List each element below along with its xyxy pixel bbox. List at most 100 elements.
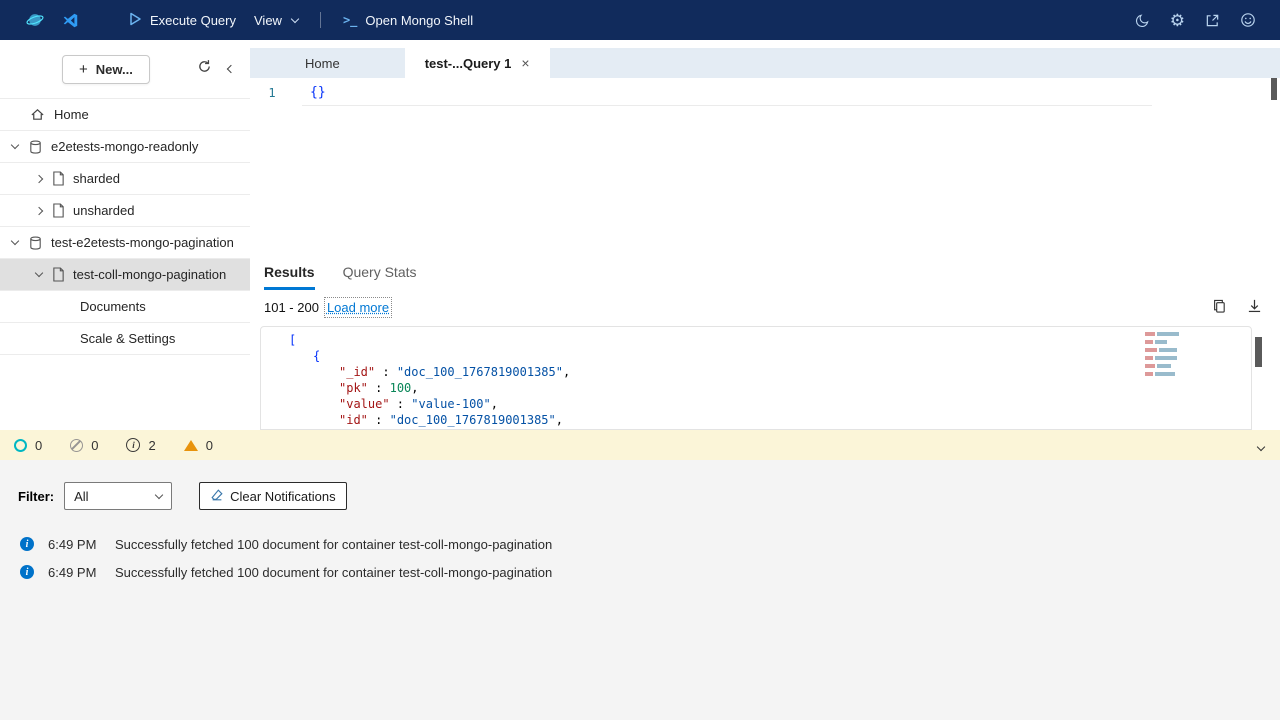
clear-notifications-button[interactable]: Clear Notifications: [199, 482, 347, 510]
collection-icon: [52, 203, 65, 218]
new-button-label: New...: [96, 62, 133, 77]
refresh-icon[interactable]: [197, 59, 212, 79]
line-number: 1: [250, 86, 294, 100]
tree-item-label: Documents: [80, 299, 146, 314]
results-json-viewer[interactable]: [ { "_id" : "doc_100_1767819001385", "pk…: [260, 326, 1252, 430]
tree-item-documents[interactable]: Documents: [0, 291, 250, 323]
tab-query-active[interactable]: test-...Query 1 ×: [405, 48, 550, 78]
settings-gear-icon[interactable]: ⚙: [1170, 12, 1185, 29]
current-line-border: [302, 105, 1152, 106]
results-tab-bar: Results Query Stats: [250, 255, 1280, 290]
tab-label: Home: [305, 56, 340, 71]
filter-select-value: All: [74, 489, 88, 504]
chevron-down-icon[interactable]: [34, 273, 44, 276]
tree-item-label: Home: [54, 107, 89, 122]
collapse-sidebar-icon[interactable]: [227, 65, 235, 73]
chevron-down-icon[interactable]: [10, 145, 20, 148]
database-icon: [28, 139, 43, 155]
tree-item-collection-selected[interactable]: test-coll-mongo-pagination: [0, 259, 250, 291]
tree-item-collection[interactable]: sharded: [0, 163, 250, 195]
loading-icon: [14, 439, 27, 452]
copy-icon[interactable]: [1212, 298, 1227, 317]
toolbar-divider: [320, 12, 321, 28]
feedback-smiley-icon[interactable]: [1240, 12, 1256, 28]
tree-item-scale-settings[interactable]: Scale & Settings: [0, 323, 250, 355]
tree-item-label: unsharded: [73, 203, 134, 218]
filter-label: Filter:: [18, 489, 54, 504]
theme-toggle-icon[interactable]: [1135, 13, 1150, 28]
main-content: Home test-...Query 1 × 1 {} Results Quer…: [250, 40, 1280, 430]
json-line: "pk" : 100,: [261, 380, 1251, 396]
execute-query-button[interactable]: Execute Query: [129, 12, 236, 29]
tree-item-database[interactable]: test-e2etests-mongo-pagination: [0, 227, 250, 259]
filter-select[interactable]: All: [64, 482, 172, 510]
tab-home[interactable]: Home: [285, 48, 360, 78]
chevron-right-icon[interactable]: [34, 176, 44, 182]
cosmosdb-logo-icon[interactable]: [26, 11, 44, 29]
tree-item-database[interactable]: e2etests-mongo-readonly: [0, 131, 250, 163]
open-mongo-shell-button[interactable]: >_ Open Mongo Shell: [343, 13, 473, 28]
new-button[interactable]: + New...: [62, 55, 150, 84]
results-scrollbar-thumb[interactable]: [1255, 337, 1262, 367]
notification-message: Successfully fetched 100 document for co…: [115, 537, 552, 552]
tab-bar: Home test-...Query 1 ×: [250, 48, 1280, 78]
shell-icon: >_: [343, 13, 357, 27]
chevron-right-icon[interactable]: [34, 208, 44, 214]
json-bracket: {: [313, 349, 320, 363]
app-window: Execute Query View >_ Open Mongo Shell ⚙: [0, 0, 1280, 720]
chevron-down-icon[interactable]: [10, 241, 20, 244]
json-line: "value" : "value-100",: [261, 396, 1251, 412]
query-editor[interactable]: 1 {}: [250, 78, 1280, 255]
view-menu-button[interactable]: View: [254, 13, 298, 28]
open-mongo-shell-label: Open Mongo Shell: [365, 13, 473, 28]
error-count: 0: [70, 438, 98, 453]
json-line: "_id" : "doc_100_1767819001385",: [261, 364, 1251, 380]
open-in-new-window-icon[interactable]: [1205, 13, 1220, 28]
download-icon[interactable]: [1247, 298, 1262, 317]
info-icon: i: [20, 537, 34, 551]
minimap[interactable]: [1145, 332, 1185, 376]
tab-label: test-...Query 1: [425, 56, 512, 71]
tree-item-label: test-e2etests-mongo-pagination: [51, 235, 234, 250]
tree-item-label: sharded: [73, 171, 120, 186]
plus-icon: +: [79, 61, 88, 78]
notification-row: i 6:49 PM Successfully fetched 100 docum…: [0, 530, 1280, 558]
tab-results[interactable]: Results: [264, 264, 315, 290]
collection-icon: [52, 267, 65, 282]
result-range-label: 101 - 200: [264, 300, 319, 315]
tree-item-label: test-coll-mongo-pagination: [73, 267, 226, 282]
tree-item-collection[interactable]: unsharded: [0, 195, 250, 227]
close-icon[interactable]: ×: [521, 55, 529, 71]
notification-list: i 6:49 PM Successfully fetched 100 docum…: [0, 530, 1280, 586]
collapse-console-icon[interactable]: [1258, 438, 1264, 453]
warning-icon: [184, 440, 198, 451]
chevron-down-icon: [291, 14, 299, 22]
collection-icon: [52, 171, 65, 186]
notification-row: i 6:49 PM Successfully fetched 100 docum…: [0, 558, 1280, 586]
notification-console: 0 0 i 2 0 Filter: All: [0, 430, 1280, 720]
chevron-down-icon: [155, 490, 163, 498]
info-icon: i: [20, 565, 34, 579]
console-status-bar[interactable]: 0 0 i 2 0: [0, 430, 1280, 460]
error-icon: [70, 439, 83, 452]
clear-icon: [210, 488, 224, 505]
notification-message: Successfully fetched 100 document for co…: [115, 565, 552, 580]
loading-count: 0: [14, 438, 42, 453]
vscode-icon[interactable]: [62, 12, 79, 29]
notification-time: 6:49 PM: [48, 537, 110, 552]
info-count: i 2: [126, 438, 155, 453]
editor-scrollbar-thumb[interactable]: [1271, 78, 1277, 100]
view-label: View: [254, 13, 282, 28]
database-icon: [28, 235, 43, 251]
tab-query-stats[interactable]: Query Stats: [343, 264, 417, 290]
clear-notifications-label: Clear Notifications: [230, 489, 336, 504]
info-icon: i: [126, 438, 140, 452]
play-icon: [129, 12, 142, 29]
results-pane: Results Query Stats 101 - 200 Load more …: [250, 255, 1280, 430]
sidebar-item-home[interactable]: Home: [0, 99, 250, 131]
json-bracket: [: [289, 333, 296, 347]
top-command-bar: Execute Query View >_ Open Mongo Shell ⚙: [0, 0, 1280, 40]
execute-query-label: Execute Query: [150, 13, 236, 28]
warning-count: 0: [184, 438, 213, 453]
load-more-link[interactable]: Load more: [327, 300, 389, 315]
